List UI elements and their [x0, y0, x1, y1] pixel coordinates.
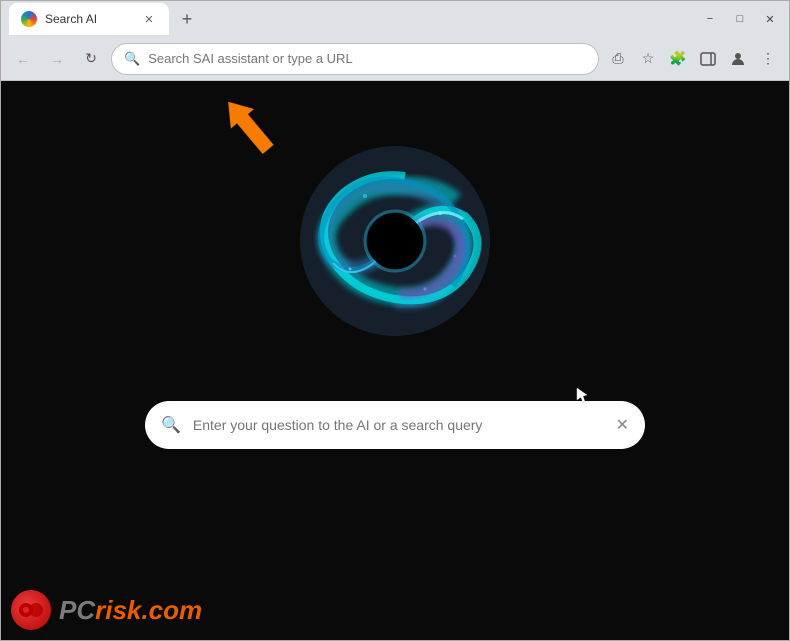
browser-window: Search AI ✕ + − □ ✕ ← → ↻ 🔍 ⎙ ☆ 🧩 [0, 0, 790, 641]
extension-icon[interactable]: 🧩 [665, 46, 691, 72]
tab-title: Search AI [45, 12, 133, 26]
tab-close-button[interactable]: ✕ [141, 11, 157, 27]
new-tab-button[interactable]: + [173, 5, 201, 33]
search-box-icon: 🔍 [161, 415, 181, 435]
search-box[interactable]: 🔍 ✕ [145, 401, 645, 449]
arrow-icon [211, 89, 291, 169]
watermark-risk-text: risk.com [95, 595, 202, 626]
navigation-bar: ← → ↻ 🔍 ⎙ ☆ 🧩 [1, 37, 789, 81]
mouse-cursor [575, 386, 589, 409]
search-container: 🔍 ✕ [145, 401, 645, 449]
tab-favicon [21, 11, 37, 27]
bookmark-icon[interactable]: ☆ [635, 46, 661, 72]
search-clear-icon[interactable]: ✕ [616, 415, 629, 435]
search-box-input[interactable] [193, 417, 604, 433]
watermark-logo [11, 590, 51, 630]
browser-tab[interactable]: Search AI ✕ [9, 3, 169, 35]
title-bar: Search AI ✕ + − □ ✕ [1, 1, 789, 37]
menu-icon[interactable]: ⋮ [755, 46, 781, 72]
galaxy-svg [295, 141, 495, 341]
maximize-button[interactable]: □ [729, 8, 751, 30]
arrow-annotation [211, 89, 291, 174]
share-icon[interactable]: ⎙ [605, 46, 631, 72]
watermark-text-container: PC risk.com [59, 595, 202, 626]
address-input[interactable] [148, 51, 586, 66]
window-controls: − □ ✕ [699, 8, 781, 30]
sidebar-icon[interactable] [695, 46, 721, 72]
address-bar[interactable]: 🔍 [111, 43, 599, 75]
forward-button[interactable]: → [43, 45, 71, 73]
galaxy-logo [295, 141, 495, 341]
title-bar-left: Search AI ✕ + [9, 3, 201, 35]
refresh-button[interactable]: ↻ [77, 45, 105, 73]
close-button[interactable]: ✕ [759, 8, 781, 30]
profile-icon[interactable] [725, 46, 751, 72]
watermark-pc-text: PC [59, 595, 95, 626]
back-button[interactable]: ← [9, 45, 37, 73]
toolbar-icons: ⎙ ☆ 🧩 ⋮ [605, 46, 781, 72]
page-content: 🔍 ✕ PC risk.com [1, 81, 789, 640]
watermark: PC risk.com [11, 590, 202, 630]
address-search-icon: 🔍 [124, 51, 140, 67]
minimize-button[interactable]: − [699, 8, 721, 30]
